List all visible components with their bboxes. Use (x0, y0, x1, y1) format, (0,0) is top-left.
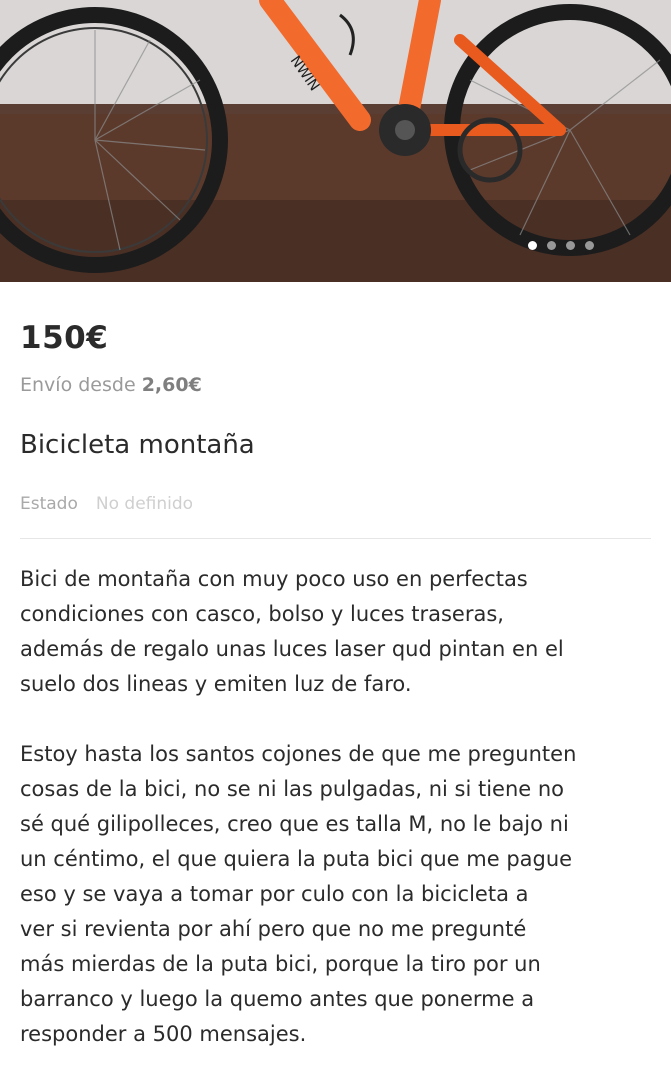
listing-description: Bici de montaña con muy poco uso en perf… (20, 562, 660, 1087)
shipping-amount: 2,60€ (141, 374, 202, 396)
condition-label: Estado (20, 494, 78, 514)
carousel-indicator[interactable] (528, 241, 594, 250)
description-paragraph: Bici de montaña con muy poco uso en perf… (20, 567, 564, 696)
bicycle-photo-icon: NWIN (0, 0, 671, 282)
carousel-dot[interactable] (528, 241, 537, 250)
product-photo[interactable]: NWIN (0, 0, 671, 282)
listing-title: Bicicleta montaña (20, 430, 255, 460)
condition-row: Estado No definido (20, 494, 193, 514)
divider (20, 538, 651, 539)
carousel-dot[interactable] (547, 241, 556, 250)
carousel-dot[interactable] (585, 241, 594, 250)
shipping-label: Envío desde (20, 374, 136, 396)
condition-value: No definido (95, 494, 194, 514)
shipping-info: Envío desde 2,60€ (20, 374, 202, 396)
description-paragraph: Estoy hasta los santos cojones de que me… (20, 742, 577, 1046)
price: 150€ (20, 320, 109, 356)
carousel-dot[interactable] (566, 241, 575, 250)
